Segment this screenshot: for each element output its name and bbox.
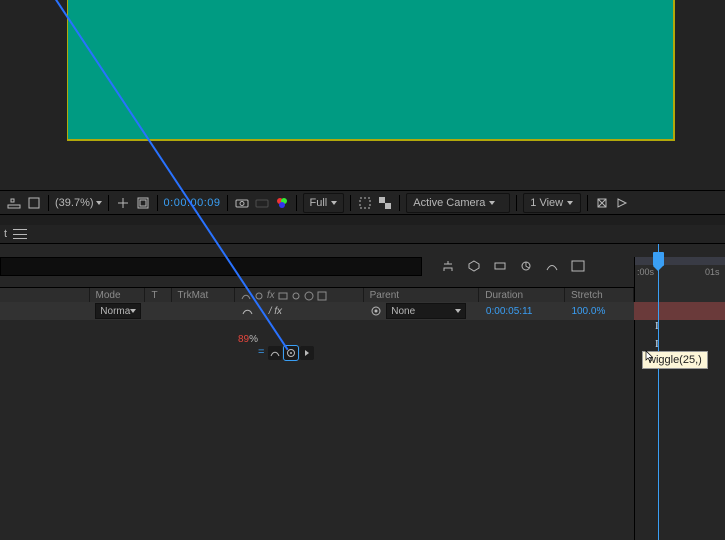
motion-blur-icon[interactable] — [518, 258, 534, 274]
expression-row: 89% = — [0, 334, 634, 364]
show-snapshot-icon[interactable] — [254, 195, 270, 211]
current-time-indicator[interactable] — [658, 244, 659, 540]
timeline-tool-icons — [440, 257, 586, 275]
expression-enable-icon[interactable]: = — [258, 346, 264, 358]
chevron-down-icon — [331, 201, 337, 205]
layer-duration[interactable]: 0:00:05:11 — [480, 302, 566, 320]
shy-switch[interactable] — [242, 306, 253, 317]
timeline-track-area — [634, 287, 725, 540]
hdr-stretch[interactable]: Stretch — [565, 288, 634, 303]
cursor-icon — [645, 350, 653, 362]
layer-bar[interactable] — [634, 302, 725, 320]
safe-zones-icon[interactable] — [135, 195, 151, 211]
blend-mode-value: Norma — [100, 306, 130, 317]
cti-head[interactable] — [653, 252, 664, 266]
zoom-value: (39.7%) — [55, 197, 94, 209]
ruler-tick-1: 01s — [705, 267, 720, 277]
expression-value[interactable]: 89% — [238, 334, 258, 345]
roi-icon[interactable] — [357, 195, 373, 211]
quality-switch[interactable] — [285, 306, 296, 317]
parent-value: None — [391, 306, 415, 317]
hdr-t[interactable]: T — [145, 288, 171, 303]
layer-stretch[interactable]: 100.0% — [565, 302, 634, 320]
3d-icon — [317, 291, 327, 301]
chevron-down-icon — [567, 201, 573, 205]
motionblur-icon — [291, 291, 301, 301]
layer-switches: / fx — [235, 302, 364, 320]
magnify-icon[interactable] — [6, 195, 22, 211]
view-value: 1 View — [530, 197, 563, 209]
hdr-parent[interactable]: Parent — [364, 288, 480, 303]
pixel-aspect-icon[interactable] — [594, 195, 610, 211]
fast-preview-icon[interactable] — [614, 195, 630, 211]
comp-flowchart-icon[interactable] — [440, 258, 456, 274]
chevron-down-icon — [489, 201, 495, 205]
render-queue-icon[interactable] — [570, 258, 586, 274]
frameblend-icon — [278, 291, 288, 301]
resolution-value: Full — [310, 197, 328, 209]
blend-mode-dropdown[interactable]: Norma — [95, 303, 141, 319]
chevron-down-icon — [130, 309, 136, 313]
composition-viewer — [0, 0, 725, 190]
layer-row[interactable]: Norma / fx None 0:00:05:11 100.0% — [0, 302, 634, 320]
resolution-dropdown[interactable]: Full — [303, 193, 345, 213]
channels-icon[interactable] — [274, 195, 290, 211]
parent-dropdown[interactable]: None — [386, 303, 466, 319]
view-dropdown[interactable]: 1 View — [523, 193, 581, 213]
hdr-trkmat[interactable]: TrkMat — [172, 288, 235, 303]
zoom-dropdown[interactable]: (39.7%) — [55, 197, 102, 209]
graph-editor-icon[interactable] — [544, 258, 560, 274]
canvas[interactable] — [68, 0, 673, 139]
fx-switch[interactable]: / fx — [267, 306, 283, 317]
resolution-toggle-icon[interactable] — [115, 195, 131, 211]
viewer-toolbar: (39.7%) 0:00:00:09 Full Active Camera 1 … — [0, 190, 725, 215]
grid-icon[interactable] — [26, 195, 42, 211]
chevron-down-icon — [455, 309, 461, 313]
expression-language-icon[interactable] — [300, 346, 314, 360]
expression-controls — [268, 346, 314, 360]
frame-blend-icon[interactable] — [492, 258, 508, 274]
hdr-mode[interactable]: Mode — [90, 288, 146, 303]
panel-tab-bar: t — [0, 225, 725, 243]
spacer — [0, 288, 90, 303]
chevron-down-icon — [96, 201, 102, 205]
hdr-duration[interactable]: Duration — [479, 288, 565, 303]
panel-tab-label[interactable]: t — [4, 228, 7, 240]
transparency-grid-icon[interactable] — [377, 195, 393, 211]
panel-menu-icon[interactable] — [13, 229, 27, 239]
camera-value: Active Camera — [413, 197, 485, 209]
snapshot-icon[interactable] — [234, 195, 250, 211]
adjust-icon — [304, 291, 314, 301]
timeline-top-row: :00s 01s — [0, 257, 725, 275]
work-area-bar[interactable] — [635, 257, 725, 265]
timeline-panel: :00s 01s Mode T TrkMat fx Parent Duratio… — [0, 243, 725, 540]
pickwhip-icon[interactable] — [370, 305, 382, 317]
expression-graph-icon[interactable] — [268, 346, 282, 360]
timeline-search-input[interactable] — [0, 257, 422, 276]
time-ruler[interactable]: :00s 01s — [634, 257, 725, 289]
ruler-tick-0: :00s — [637, 267, 654, 277]
camera-dropdown[interactable]: Active Camera — [406, 193, 510, 213]
draft3d-icon[interactable] — [466, 258, 482, 274]
